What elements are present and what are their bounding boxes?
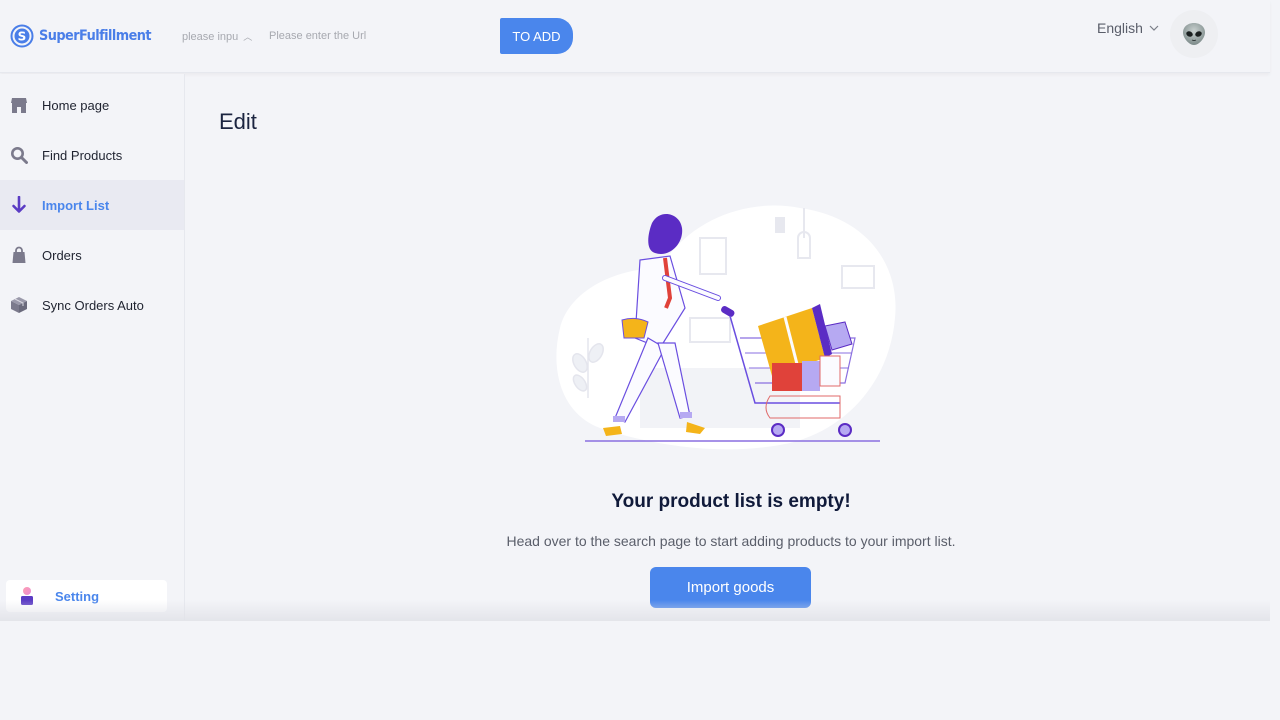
page-title: Edit xyxy=(219,109,257,134)
setting-button[interactable]: Setting xyxy=(6,580,167,612)
alien-icon xyxy=(1183,23,1205,45)
sidebar-item-sync-orders[interactable]: Sync Orders Auto xyxy=(0,280,184,330)
empty-cart-illustration xyxy=(556,205,896,450)
box-icon xyxy=(9,295,29,315)
language-label: English xyxy=(1097,20,1143,36)
arrow-down-icon xyxy=(9,195,29,215)
user-avatar[interactable] xyxy=(1170,10,1218,58)
search-icon xyxy=(9,145,29,165)
brand-name: SuperFulfillment xyxy=(39,28,152,44)
store-icon xyxy=(9,95,29,115)
type-select-value: please inpu xyxy=(182,30,239,43)
brand-logo[interactable]: S SuperFulfillment xyxy=(10,24,161,48)
sidebar: Home page Find Products Import List Orde… xyxy=(0,74,185,620)
sidebar-item-home[interactable]: Home page xyxy=(0,80,184,130)
sidebar-item-find-products[interactable]: Find Products xyxy=(0,130,184,180)
to-add-button[interactable]: TO ADD xyxy=(500,18,573,54)
empty-state-description: Head over to the search page to start ad… xyxy=(506,533,956,549)
logo-icon: S xyxy=(10,24,34,48)
chevron-down-icon xyxy=(1149,25,1159,31)
chevron-up-icon: ︿ xyxy=(243,32,253,42)
page-footer-area xyxy=(0,621,1280,720)
svg-text:S: S xyxy=(18,30,27,44)
setting-label: Setting xyxy=(55,588,100,604)
bag-icon xyxy=(9,245,29,265)
import-goods-button[interactable]: Import goods xyxy=(650,567,811,608)
url-input[interactable] xyxy=(269,26,484,46)
main-content: Edit Your product list is empty! Head ov… xyxy=(186,74,1270,620)
type-select[interactable]: please inpu ︿ xyxy=(182,30,252,43)
user-settings-icon xyxy=(21,587,33,605)
sidebar-item-label: Import List xyxy=(42,197,110,213)
language-select[interactable]: English xyxy=(1097,20,1159,36)
top-header: S SuperFulfillment please inpu ︿ TO ADD … xyxy=(0,0,1270,73)
empty-state-title: Your product list is empty! xyxy=(611,491,851,512)
sidebar-item-label: Orders xyxy=(42,247,82,263)
sidebar-item-label: Find Products xyxy=(42,147,123,163)
sidebar-item-label: Sync Orders Auto xyxy=(42,297,144,313)
sidebar-item-import-list[interactable]: Import List xyxy=(0,180,184,230)
sidebar-item-label: Home page xyxy=(42,97,110,113)
sidebar-item-orders[interactable]: Orders xyxy=(0,230,184,280)
